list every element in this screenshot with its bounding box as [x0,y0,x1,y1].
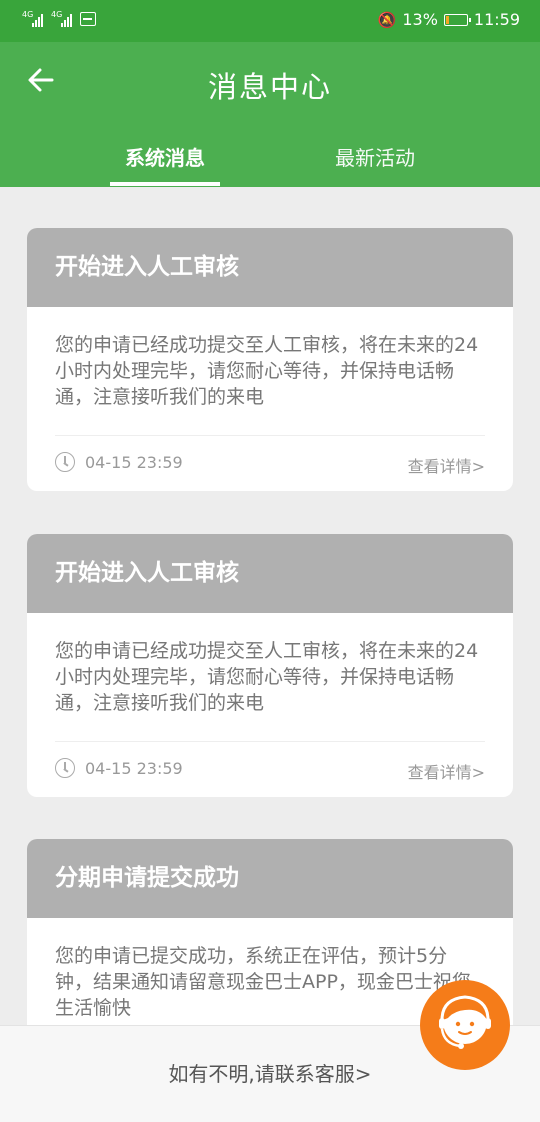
status-right: 🔕 13% 11:59 [378,10,520,29]
message-title: 开始进入人工审核 [27,534,513,613]
message-footer: 04-15 23:59 查看详情> [55,741,485,797]
view-details-link[interactable]: 查看详情> [408,759,485,783]
clock-icon [55,452,75,472]
message-time: 04-15 23:59 [85,759,183,778]
customer-service-button[interactable] [420,980,510,1070]
message-title: 分期申请提交成功 [27,839,513,918]
message-title: 开始进入人工审核 [27,228,513,307]
clock-time: 11:59 [473,10,520,29]
view-details-link[interactable]: 查看详情> [408,453,485,477]
customer-service-icon [439,995,491,1049]
status-left: 4G 4G [22,11,96,27]
message-card[interactable]: 开始进入人工审核 您的申请已经成功提交至人工审核，将在未来的24小时内处理完毕，… [27,228,513,491]
tab-label: 系统消息 [125,146,205,170]
clock-icon [55,758,75,778]
battery-icon [443,13,471,26]
message-footer: 04-15 23:59 查看详情> [55,435,485,491]
tab-active-indicator [110,182,220,186]
activity-icon [80,12,96,26]
signal-icon: 4G [22,11,43,27]
message-body: 您的申请已经成功提交至人工审核，将在未来的24小时内处理完毕，请您耐心等待，并保… [55,640,479,714]
tab-label: 最新活动 [335,146,415,170]
contact-service-link[interactable]: 如有不明,请联系客服> [168,1062,371,1086]
app-header: 消息中心 系统消息 最新活动 [0,42,540,187]
battery-percent: 13% [402,10,438,29]
page-title: 消息中心 [207,70,332,104]
tab-latest-activities[interactable]: 最新活动 [320,142,430,186]
signal-icon: 4G [51,11,72,27]
status-bar: 4G 4G 🔕 13% 11:59 [0,0,540,42]
message-card[interactable]: 开始进入人工审核 您的申请已经成功提交至人工审核，将在未来的24小时内处理完毕，… [27,534,513,797]
message-time: 04-15 23:59 [85,453,183,472]
mute-icon: 🔕 [377,10,397,29]
tab-system-messages[interactable]: 系统消息 [110,142,220,186]
message-body: 您的申请已经成功提交至人工审核，将在未来的24小时内处理完毕，请您耐心等待，并保… [55,334,479,408]
